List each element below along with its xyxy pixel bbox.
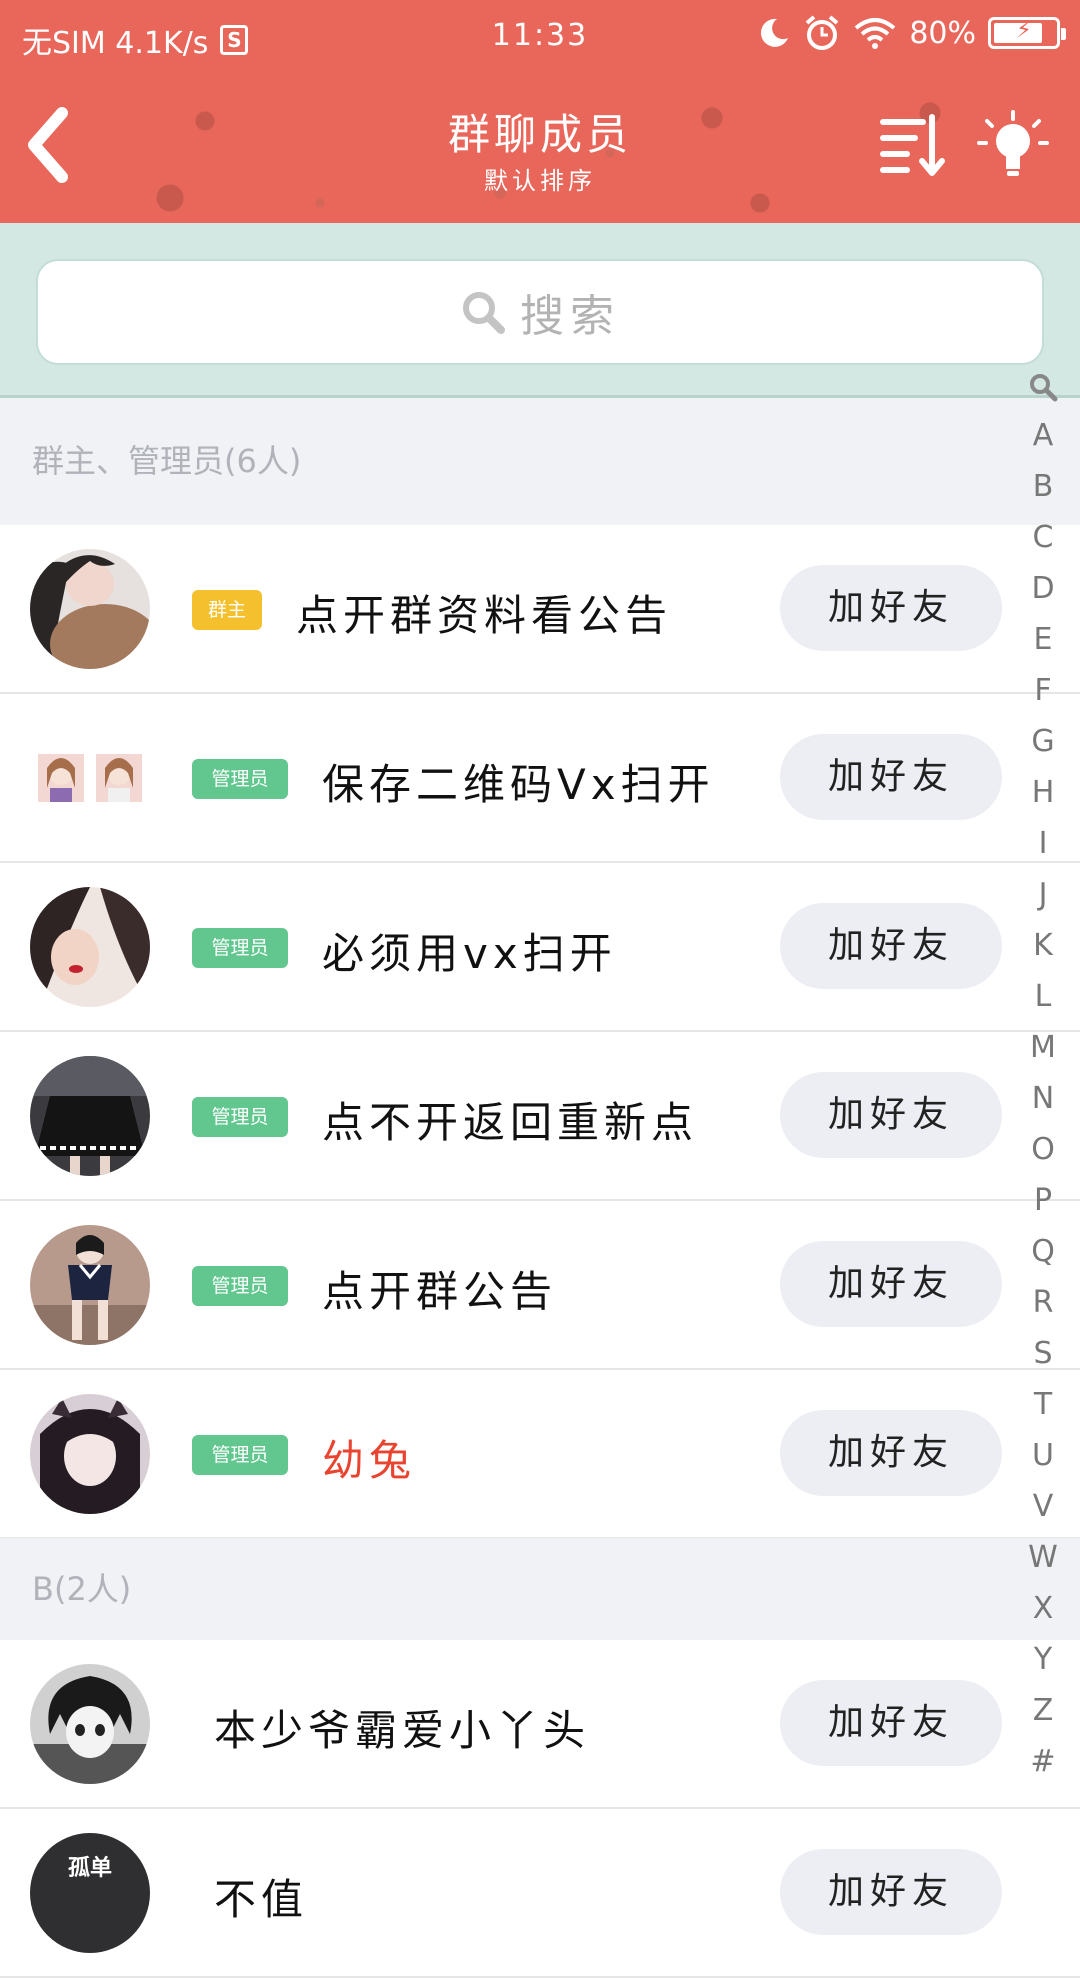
alarm-icon	[806, 15, 839, 50]
index-letter[interactable]: N	[1018, 1081, 1068, 1116]
search-placeholder: 搜索	[520, 291, 620, 342]
header-bar: 群聊成员 默认排序	[0, 73, 1080, 223]
index-letter[interactable]: B	[1018, 469, 1068, 504]
battery-icon: ⚡	[988, 17, 1066, 49]
avatar[interactable]	[30, 718, 150, 838]
list-item[interactable]: 管理员 幼兔 加好友	[0, 1370, 1080, 1539]
search-input[interactable]: 搜索	[36, 259, 1044, 365]
wifi-icon	[855, 18, 896, 49]
avatar[interactable]	[30, 1394, 150, 1514]
avatar[interactable]	[30, 1664, 150, 1784]
avatar[interactable]	[30, 1225, 150, 1345]
index-letter[interactable]: H	[1018, 775, 1068, 810]
index-letter[interactable]: T	[1018, 1387, 1068, 1422]
index-letter[interactable]: Z	[1018, 1693, 1068, 1728]
avatar[interactable]: 孤单	[30, 1833, 150, 1953]
member-name: 幼兔	[322, 1436, 417, 1485]
list-item[interactable]: 管理员 点不开返回重新点 加好友	[0, 1032, 1080, 1201]
lightbulb-icon[interactable]	[976, 109, 1050, 183]
member-name: 不值	[214, 1875, 309, 1924]
index-letter[interactable]: A	[1018, 418, 1068, 453]
index-letter[interactable]: G	[1018, 724, 1068, 759]
list-item[interactable]: 孤单 不值 加好友	[0, 1809, 1080, 1978]
member-name: 必须用vx扫开	[322, 929, 617, 978]
index-letter[interactable]: Q	[1018, 1234, 1068, 1269]
index-letter[interactable]: K	[1018, 928, 1068, 963]
index-letter[interactable]: S	[1018, 1336, 1068, 1371]
section-header: 群主、管理员(6人)	[0, 398, 1080, 525]
add-friend-button[interactable]: 加好友	[780, 1241, 1002, 1327]
list-item[interactable]: 本少爷霸爱小丫头 加好友	[0, 1640, 1080, 1809]
index-letter[interactable]: U	[1018, 1438, 1068, 1473]
admin-badge: 管理员	[192, 759, 288, 799]
list-item[interactable]: 管理员 点开群公告 加好友	[0, 1201, 1080, 1370]
admin-badge: 管理员	[192, 1097, 288, 1137]
index-search-icon[interactable]	[1028, 372, 1058, 402]
sort-icon[interactable]	[876, 111, 948, 181]
status-bar: 无SIM 4.1K/s S 11:33 80% ⚡	[0, 0, 1080, 73]
index-letter[interactable]: V	[1018, 1489, 1068, 1524]
battery-percent: 80%	[909, 15, 976, 51]
list-item[interactable]: 群主 点开群资料看公告 加好友	[0, 525, 1080, 694]
admin-badge: 管理员	[192, 1435, 288, 1475]
moon-icon	[761, 18, 789, 47]
index-letter[interactable]: D	[1018, 571, 1068, 606]
index-letter[interactable]: #	[1018, 1744, 1068, 1779]
add-friend-button[interactable]: 加好友	[780, 903, 1002, 989]
search-icon	[463, 292, 505, 334]
index-letter[interactable]: J	[1018, 877, 1068, 912]
index-letter[interactable]: Y	[1018, 1642, 1068, 1677]
avatar[interactable]	[30, 1056, 150, 1176]
section-header: B(2人)	[0, 1538, 1080, 1640]
member-name: 点不开返回重新点	[322, 1098, 699, 1147]
index-letter[interactable]: C	[1018, 520, 1068, 555]
owner-badge: 群主	[192, 590, 262, 630]
member-name: 保存二维码Vx扫开	[322, 760, 715, 809]
add-friend-button[interactable]: 加好友	[780, 1680, 1002, 1766]
index-letter[interactable]: R	[1018, 1285, 1068, 1320]
add-friend-button[interactable]: 加好友	[780, 734, 1002, 820]
index-letter[interactable]: P	[1018, 1183, 1068, 1218]
member-name: 点开群资料看公告	[296, 591, 673, 640]
add-friend-button[interactable]: 加好友	[780, 1072, 1002, 1158]
index-letter[interactable]: X	[1018, 1591, 1068, 1626]
add-friend-button[interactable]: 加好友	[780, 1849, 1002, 1935]
index-letter[interactable]: O	[1018, 1132, 1068, 1167]
search-area: 搜索	[0, 223, 1080, 398]
avatar[interactable]	[30, 887, 150, 1007]
add-friend-button[interactable]: 加好友	[780, 565, 1002, 651]
index-letter[interactable]: W	[1018, 1540, 1068, 1575]
add-friend-button[interactable]: 加好友	[780, 1410, 1002, 1496]
index-letter[interactable]: E	[1018, 622, 1068, 657]
admin-badge: 管理员	[192, 1266, 288, 1306]
index-letter[interactable]: L	[1018, 979, 1068, 1014]
list-item[interactable]: 管理员 保存二维码Vx扫开 加好友	[0, 694, 1080, 863]
index-letter[interactable]: F	[1018, 673, 1068, 708]
admin-badge: 管理员	[192, 928, 288, 968]
list-item[interactable]: 管理员 必须用vx扫开 加好友	[0, 863, 1080, 1032]
index-letter[interactable]: M	[1018, 1030, 1068, 1065]
member-name: 本少爷霸爱小丫头	[214, 1706, 591, 1755]
avatar-text: 孤单	[67, 1856, 112, 1881]
index-letter[interactable]: I	[1018, 826, 1068, 861]
avatar[interactable]	[30, 549, 150, 669]
member-name: 点开群公告	[322, 1267, 558, 1316]
